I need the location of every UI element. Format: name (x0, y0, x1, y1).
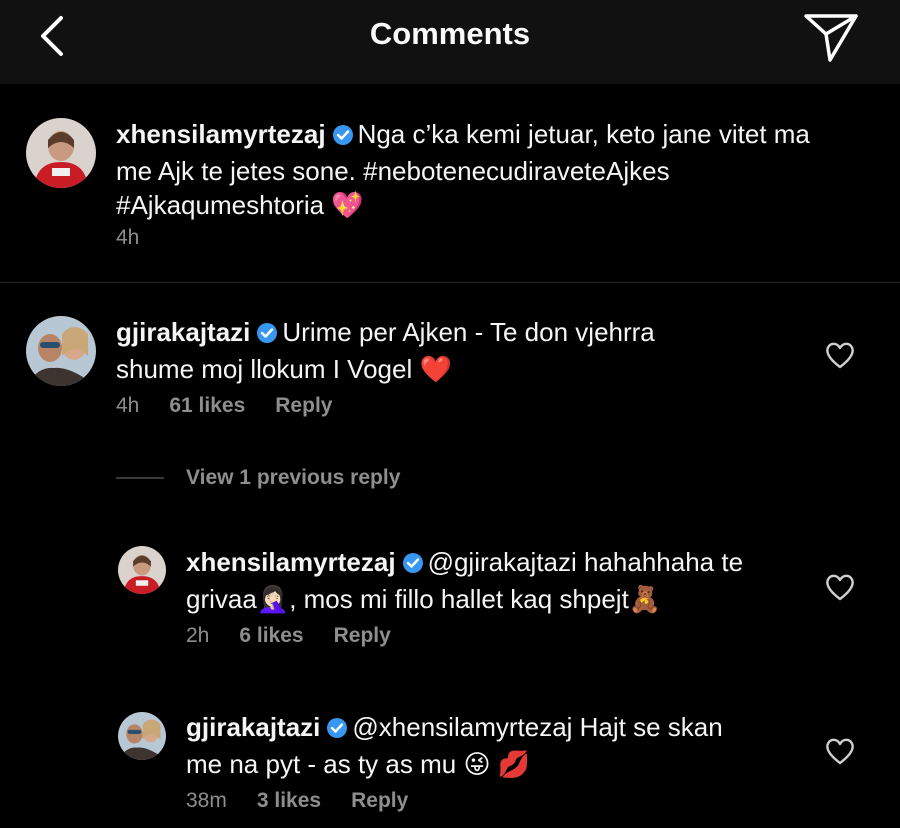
caption-timestamp: 4h (116, 226, 140, 249)
divider (0, 282, 900, 283)
reply-username[interactable]: gjirakajtazi (186, 712, 320, 742)
reply-mention-text[interactable]: @xhensilamyrtezaj Hajt se skan (352, 712, 722, 742)
caption-text-line2: me Ajk te jetes sone. #nebotenecudiravet… (116, 156, 670, 186)
comment-text-line2: shume moj llokum I Vogel (116, 354, 413, 384)
reply-button[interactable]: Reply (275, 394, 332, 417)
reply-timestamp: 2h (186, 624, 210, 647)
like-heart-icon[interactable] (824, 736, 856, 766)
avatar[interactable] (118, 712, 166, 760)
reply-button[interactable]: Reply (334, 624, 391, 647)
verified-badge-icon (402, 548, 424, 582)
view-previous-label: View 1 previous reply (186, 466, 401, 489)
avatar[interactable] (118, 546, 166, 594)
verified-badge-icon (256, 318, 278, 352)
teddy-bear-emoji: 🧸 (628, 585, 662, 615)
avatar[interactable] (26, 316, 96, 386)
reply-text-line2: me na pyt - as ty as mu (186, 749, 457, 779)
view-previous-replies-button[interactable]: View 1 previous reply (116, 466, 400, 500)
like-heart-icon[interactable] (824, 340, 856, 370)
red-heart-emoji: ❤️ (419, 355, 452, 385)
header-bar: Comments (0, 0, 900, 84)
comment-likes[interactable]: 61 likes (169, 394, 245, 417)
page-title: Comments (369, 16, 531, 51)
winking-tongue-emoji: 😜 (463, 750, 491, 780)
avatar[interactable] (26, 118, 96, 188)
reply-username[interactable]: xhensilamyrtezaj (186, 547, 396, 577)
kiss-mark-emoji: 💋 (497, 750, 531, 780)
caption-username[interactable]: xhensilamyrtezaj (116, 119, 326, 149)
comment-timestamp: 4h (116, 394, 140, 417)
caption-hashtag[interactable]: #Ajkaqumeshtoria (116, 190, 324, 220)
reply-likes[interactable]: 6 likes (239, 624, 303, 647)
comment-username[interactable]: gjirakajtazi (116, 317, 250, 347)
like-heart-icon[interactable] (824, 572, 856, 602)
reply-mention-text[interactable]: @gjirakajtazi hahahhaha te (428, 547, 744, 577)
sparkling-heart-emoji: 💖 (331, 191, 364, 221)
reply-button[interactable]: Reply (351, 789, 408, 812)
comment-text-line1: Urime per Ajken - Te don vjehrra (282, 317, 655, 347)
facepalm-emoji: 🤦🏻‍♀️ (256, 585, 290, 615)
caption-text-line1: Nga c’ka kemi jetuar, keto jane vitet ma (357, 119, 810, 149)
reply-timestamp: 38m (186, 789, 227, 812)
verified-badge-icon (326, 713, 348, 747)
reply-text-part1: grivaa (186, 584, 257, 614)
divider-line (116, 477, 164, 480)
reply-text-part2: , mos mi fillo hallet kaq shpejt (289, 584, 629, 614)
reply-likes[interactable]: 3 likes (257, 789, 321, 812)
paper-plane-icon[interactable] (800, 8, 862, 62)
verified-badge-icon (332, 120, 354, 154)
